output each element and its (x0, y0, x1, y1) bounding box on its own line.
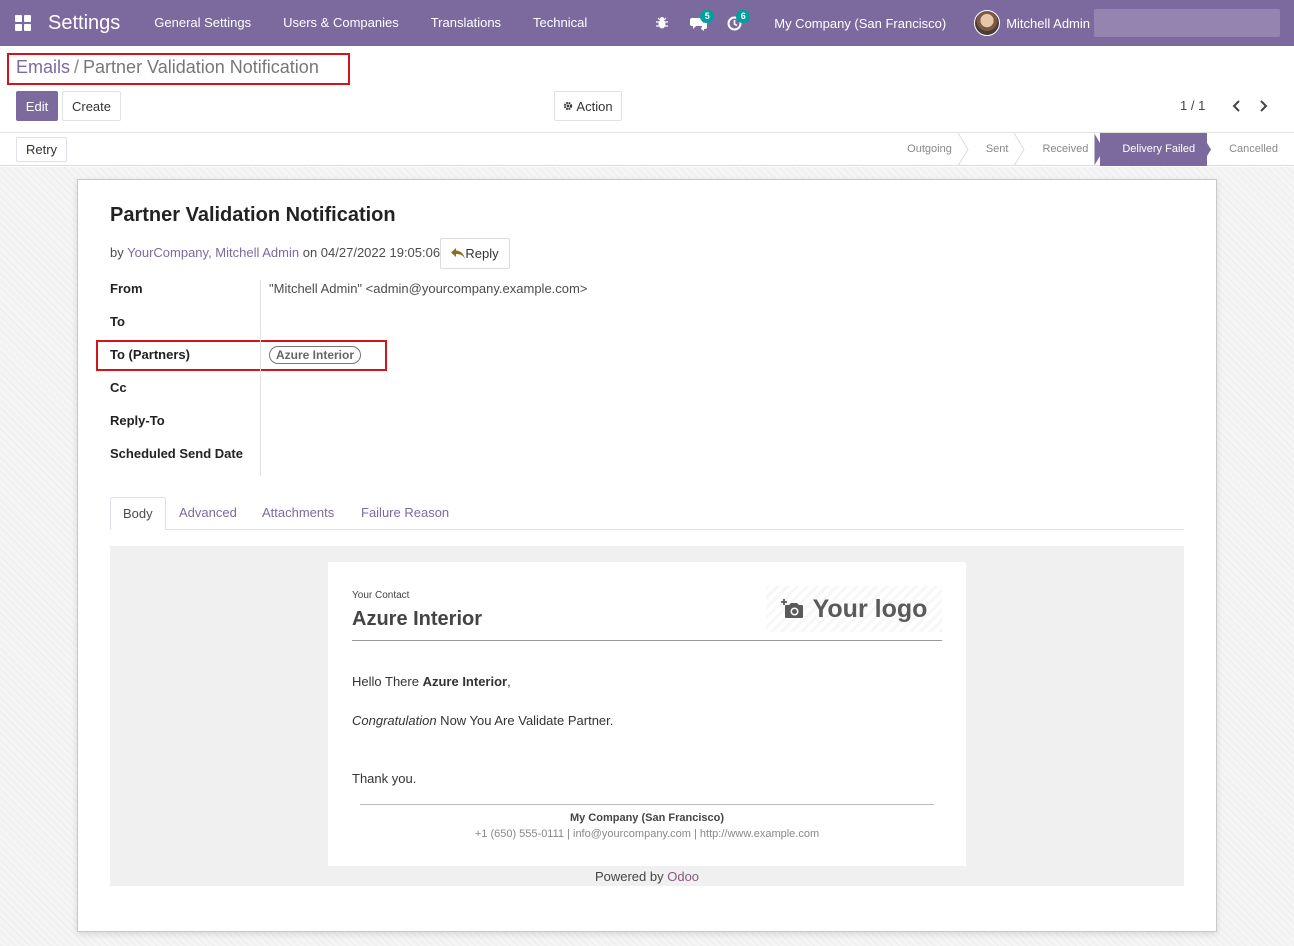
messages-icon[interactable]: 5 (680, 0, 716, 46)
author-line: by YourCompany, Mitchell Admin on 04/27/… (110, 245, 441, 260)
reply-to-label: Reply-To (110, 413, 165, 428)
user-avatar (974, 10, 1001, 36)
status-step-outgoing[interactable]: Outgoing (885, 133, 969, 166)
contact-name: Azure Interior (352, 608, 483, 630)
tab-body[interactable]: Body (110, 497, 166, 530)
reply-arrow-icon (451, 248, 466, 259)
action-button[interactable]: Action (554, 91, 622, 121)
scheduled-send-date-label: Scheduled Send Date (110, 446, 243, 461)
congratulation-line: Congratulation Now You Are Validate Part… (352, 713, 614, 728)
messages-count-badge: 5 (700, 10, 715, 23)
breadcrumb-highlight-box (7, 53, 350, 85)
logo-text: Your logo (812, 594, 928, 623)
tab-advanced[interactable]: Advanced (167, 497, 249, 530)
edit-button[interactable]: Edit (16, 91, 58, 121)
footer-contact: +1 (650) 555-0111 | info@yourcompany.com… (474, 828, 820, 840)
footer-rule (360, 804, 934, 805)
menu-general-settings[interactable]: General Settings (138, 0, 267, 46)
from-value: "Mitchell Admin" <admin@yourcompany.exam… (269, 281, 588, 296)
sent-date: on 04/27/2022 19:05:06 (302, 245, 441, 260)
your-contact-label: Your Contact (352, 590, 410, 601)
status-steps: Outgoing Sent Received Delivery Failed C… (885, 133, 1294, 166)
menu-translations[interactable]: Translations (415, 0, 517, 46)
odoo-link[interactable]: Odoo (667, 869, 699, 884)
from-label: From (110, 281, 143, 296)
status-step-cancelled[interactable]: Cancelled (1207, 133, 1294, 166)
cc-label: Cc (110, 380, 127, 395)
user-name: Mitchell Admin (1006, 15, 1090, 31)
company-logo: Your logo (766, 586, 942, 632)
pager-value[interactable]: 1 / 1 (1180, 98, 1205, 113)
fields-separator (260, 280, 261, 476)
add-photo-camera-icon (780, 599, 803, 618)
retry-button[interactable]: Retry (16, 137, 67, 162)
to-label: To (110, 314, 125, 329)
status-bar: Retry Outgoing Sent Received Delivery Fa… (0, 133, 1294, 166)
notebook-tabs: Body Advanced Attachments Failure Reason (110, 497, 1184, 530)
powered-by: Powered by Odoo (594, 869, 700, 884)
blurred-area (1094, 9, 1280, 37)
create-button[interactable]: Create (62, 91, 121, 121)
activities-clock-icon[interactable]: 6 (716, 0, 752, 46)
footer-company: My Company (San Francisco) (569, 812, 725, 824)
pager-next-icon[interactable] (1255, 97, 1271, 115)
thanks-line: Thank you. (352, 771, 417, 786)
debug-bug-icon[interactable] (644, 0, 680, 46)
reply-label: Reply (465, 246, 499, 261)
activities-count-badge: 6 (736, 10, 751, 23)
app-title[interactable]: Settings (48, 12, 120, 35)
status-step-delivery-failed[interactable]: Delivery Failed (1100, 133, 1212, 166)
email-header-rule (352, 640, 942, 641)
reply-button[interactable]: Reply (440, 238, 510, 269)
tab-failure-reason[interactable]: Failure Reason (349, 497, 461, 530)
action-label: Action (576, 98, 613, 114)
tab-attachments[interactable]: Attachments (250, 497, 346, 530)
user-menu[interactable]: Mitchell Admin (974, 10, 1090, 36)
greeting-line: Hello There Azure Interior, (352, 674, 511, 689)
menu-users-companies[interactable]: Users & Companies (267, 0, 415, 46)
apps-menu-icon[interactable] (0, 0, 46, 46)
gear-icon (564, 101, 573, 111)
pager-previous-icon[interactable] (1228, 97, 1244, 115)
email-subject-title: Partner Validation Notification (110, 204, 396, 226)
author-links[interactable]: YourCompany, Mitchell Admin (127, 245, 299, 260)
top-navbar: Settings General Settings Users & Compan… (0, 0, 1294, 46)
menu-technical[interactable]: Technical (517, 0, 603, 46)
status-step-received[interactable]: Received (1020, 133, 1105, 166)
status-step-sent[interactable]: Sent (964, 133, 1026, 166)
to-partners-highlight-box (96, 340, 387, 371)
company-switcher[interactable]: My Company (San Francisco) (752, 16, 974, 31)
